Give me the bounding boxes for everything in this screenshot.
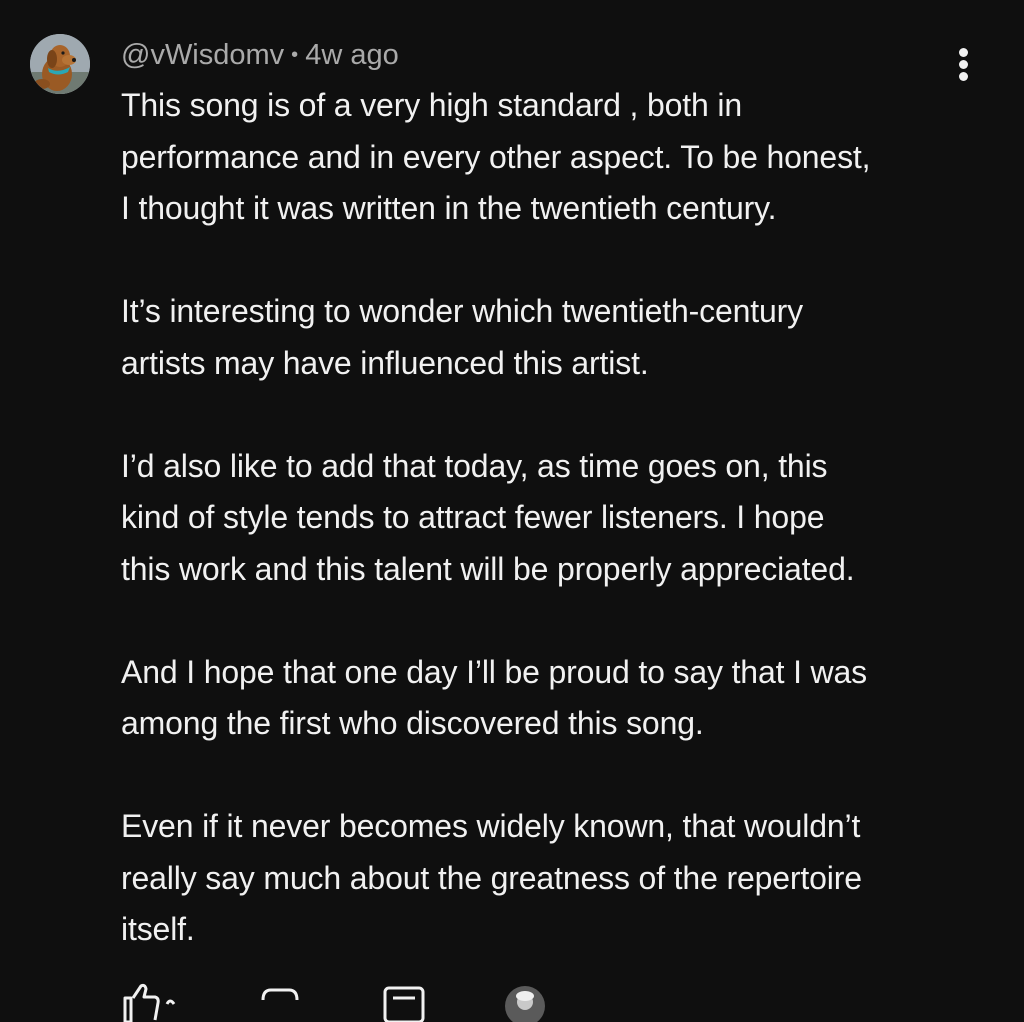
comment-line: Even if it never becomes widely known, t… xyxy=(121,808,861,844)
comment-line: kind of style tends to attract fewer lis… xyxy=(121,499,825,535)
dislike-button[interactable] xyxy=(259,982,303,1022)
comment-line: among the first who discovered this song… xyxy=(121,705,704,741)
comment-line: itself. xyxy=(121,911,195,947)
comment-line: It’s interesting to wonder which twentie… xyxy=(121,293,804,329)
comment-body: This song is of a very high standard , b… xyxy=(121,80,981,956)
like-button[interactable] xyxy=(121,982,181,1022)
author-handle[interactable]: @vWisdomv xyxy=(121,39,284,71)
more-vertical-icon-dot xyxy=(959,60,968,69)
thumbs-down-icon xyxy=(261,988,299,1001)
comment-line: I’d also like to add that today, as time… xyxy=(121,447,828,484)
comment-line: This song is of a very high standard , b… xyxy=(121,87,743,123)
comment-paragraph: And I hope that one day I’ll be proud to… xyxy=(121,647,981,750)
comment-line: I thought it was written in the twentiet… xyxy=(121,190,777,226)
reply-icon xyxy=(383,986,425,1022)
comment-actions xyxy=(121,982,581,1022)
more-vertical-icon xyxy=(959,48,968,57)
comment-thread: @vWisdomv • 4w ago This song is of a very … xyxy=(0,0,1024,1022)
comment-paragraph: Even if it never becomes widely known, t… xyxy=(121,801,981,956)
comment-line: And I hope that one day I’ll be proud to… xyxy=(121,653,868,690)
creator-avatar-icon xyxy=(505,986,545,1022)
creator-heart-avatar xyxy=(503,982,547,1022)
comment-paragraph: It’s interesting to wonder which twentie… xyxy=(121,286,981,389)
comment-line: performance and in every other aspect. T… xyxy=(121,138,871,175)
dog-avatar-icon xyxy=(30,34,90,94)
comment-header: @vWisdomv • 4w ago xyxy=(121,37,399,73)
comment-line: this work and this talent will be proper… xyxy=(121,550,855,587)
reply-button[interactable] xyxy=(381,982,427,1022)
comment-age[interactable]: 4w ago xyxy=(305,39,399,71)
comment-line: artists may have influenced this artist. xyxy=(121,344,649,381)
thumbs-up-icon xyxy=(123,983,176,1022)
author-avatar[interactable] xyxy=(30,34,90,94)
comment-paragraph: I’d also like to add that today, as time… xyxy=(121,441,981,596)
comment-line: really say much about the greatness of t… xyxy=(121,859,862,896)
meta-separator: • xyxy=(291,44,299,66)
comment-paragraph: This song is of a very high standard , b… xyxy=(121,80,981,235)
